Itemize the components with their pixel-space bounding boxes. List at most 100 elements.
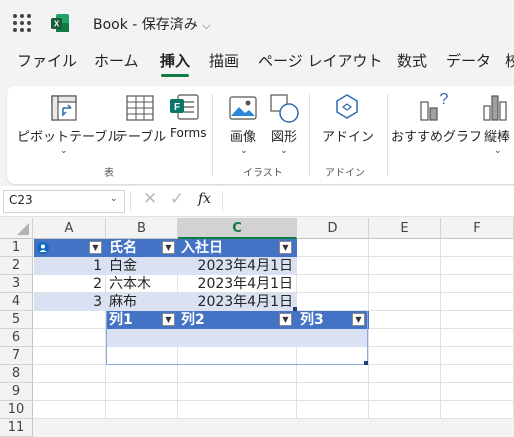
table1-cell-name[interactable]: 麻布 [106,293,178,311]
tab-home[interactable]: ホーム [94,50,139,71]
image-label[interactable]: 画像 [230,126,256,145]
column-header-c[interactable]: C [178,218,297,239]
filter-dropdown-icon[interactable]: ▼ [279,313,292,326]
table1-cell-date[interactable]: 2023年4月1日 [178,275,297,293]
column-header-d[interactable]: D [297,218,369,239]
svg-text:?: ? [440,91,449,108]
pivot-table-button[interactable] [50,94,78,126]
chevron-down-icon[interactable]: ⌄ [110,194,118,204]
column-header-f[interactable]: F [441,218,514,239]
chevron-down-icon[interactable]: ⌄ [494,146,502,156]
table1-header-date[interactable]: 入社日 ▼ [178,239,297,257]
table2-resize-handle[interactable] [364,361,368,365]
row-header-4[interactable]: 4 [0,293,33,311]
tab-data[interactable]: データ [446,50,491,71]
chevron-down-icon: ⌵ [202,19,211,32]
forms-icon: F [170,94,199,120]
pivot-table-label[interactable]: ピボットテーブル [17,126,120,145]
name-box-value: C23 [9,193,33,207]
row-header-9[interactable]: 9 [0,383,33,401]
svg-text:X: X [54,20,60,29]
column-header-e[interactable]: E [369,218,441,239]
confirm-icon[interactable]: ✓ [170,189,184,209]
table-button[interactable] [125,94,155,126]
row-header-11[interactable]: 11 [0,419,33,437]
row-header-5[interactable]: 5 [0,311,33,329]
select-all-corner[interactable] [0,218,33,239]
table2-header-col3[interactable]: 列3 ▼ [297,311,369,329]
addin-button[interactable] [332,92,362,126]
filter-dropdown-icon[interactable]: ▼ [352,313,365,326]
tab-formulas[interactable]: 数式 [397,50,427,71]
table1-cell-no[interactable]: 1 [34,257,106,275]
shapes-button[interactable] [270,94,300,128]
table1-cell-date[interactable]: 2023年4月1日 [178,257,297,275]
tab-file[interactable]: ファイル [17,50,77,71]
chevron-down-icon[interactable]: ⌄ [60,146,68,156]
chevron-down-icon[interactable]: ⌄ [280,146,288,156]
cancel-icon[interactable]: ✕ [143,189,157,209]
table-label[interactable]: テーブル [115,126,166,145]
addin-label[interactable]: アドイン [322,126,374,145]
forms-label[interactable]: Forms [170,126,206,140]
app-launcher-icon[interactable] [13,14,31,32]
table1-header-name-text: 氏名 [109,240,137,256]
ribbon-divider [387,94,388,176]
column-chart-label[interactable]: 縦棒 [484,126,510,145]
row-header-10[interactable]: 10 [0,401,33,419]
tab-insert[interactable]: 挿入 [160,50,190,71]
group-label-illustrations: イラスト [243,168,283,179]
table1-header-a[interactable]: ▼ [34,239,106,257]
filter-dropdown-icon[interactable]: ▼ [162,241,175,254]
tab-page-layout[interactable]: ページ レイアウト [258,50,382,71]
svg-text:F: F [174,102,180,113]
title-bar: X Book - 保存済み ⌵ [0,0,514,46]
recommended-charts-label[interactable]: おすすめグラフ [391,126,482,145]
active-tab-indicator [161,74,189,77]
table1-cell-name[interactable]: 六本木 [106,275,178,293]
row-header-7[interactable]: 7 [0,347,33,365]
tab-draw[interactable]: 描画 [209,50,239,71]
filter-dropdown-icon[interactable]: ▼ [89,241,102,254]
column-header-a[interactable]: A [33,218,106,239]
formula-input[interactable] [228,190,512,211]
spreadsheet-grid[interactable]: A B C D E F 1 2 3 4 5 6 7 8 9 10 11 ▼ 氏名… [0,218,514,437]
table2-header-col1[interactable]: 列1 ▼ [106,311,178,329]
forms-button[interactable]: F [168,92,200,126]
excel-logo-icon: X [51,14,69,32]
row-header-6[interactable]: 6 [0,329,33,347]
filter-dropdown-icon[interactable]: ▼ [162,313,175,326]
table1-header-date-text: 入社日 [181,240,223,256]
row-header-1[interactable]: 1 [0,239,33,257]
insert-function-icon[interactable]: fx [198,191,211,207]
formula-divider [222,191,223,211]
row-header-2[interactable]: 2 [0,257,33,275]
select-all-icon [17,223,29,235]
table2-row[interactable] [106,329,369,347]
column-header-b[interactable]: B [106,218,178,239]
table1-header-name[interactable]: 氏名 ▼ [106,239,178,257]
row-header-3[interactable]: 3 [0,275,33,293]
row-header-8[interactable]: 8 [0,365,33,383]
table1-cell-no[interactable]: 2 [34,275,106,293]
image-icon [229,96,257,120]
tab-review[interactable]: 校 [505,50,514,71]
table2-header-col3-text: 列3 [300,312,324,328]
table2-header-col2[interactable]: 列2 ▼ [178,311,297,329]
chevron-down-icon[interactable]: ⌄ [240,146,248,156]
document-title-text: Book - 保存済み [93,17,198,33]
table1-cell-no[interactable]: 3 [34,293,106,311]
table1-cell-name[interactable]: 白金 [106,257,178,275]
ribbon-divider [212,94,213,176]
document-title[interactable]: Book - 保存済み ⌵ [93,14,211,34]
column-chart-button[interactable] [481,92,509,126]
name-box[interactable]: C23 ⌄ [3,190,125,213]
shapes-label[interactable]: 図形 [271,126,297,145]
table1-cell-date[interactable]: 2023年4月1日 [178,293,297,311]
table2-header-col2-text: 列2 [181,312,205,328]
filter-dropdown-icon[interactable]: ▼ [279,241,292,254]
shapes-icon [270,94,299,123]
ribbon-panel: ピボットテーブル ⌄ テーブル F Forms 表 画像 ⌄ 図形 ⌄ イラスト… [7,86,514,184]
recommended-charts-button[interactable]: ? [417,90,451,126]
image-button[interactable] [229,96,257,124]
